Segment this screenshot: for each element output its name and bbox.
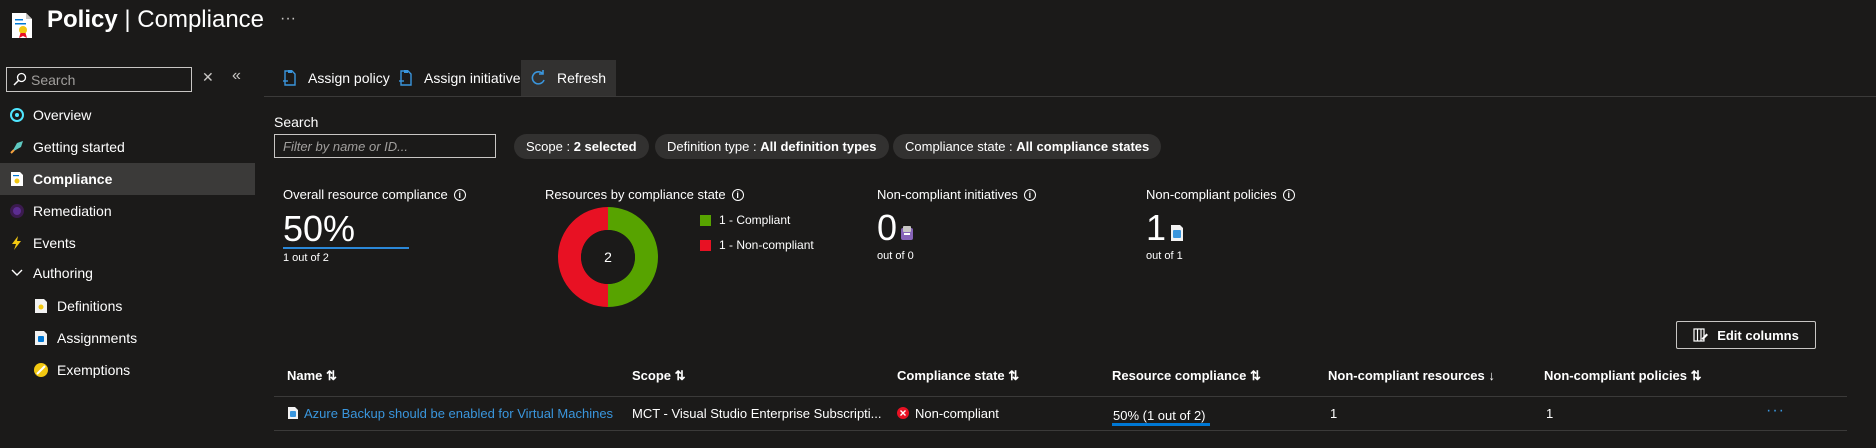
assign-initiative-icon	[399, 70, 412, 86]
lightning-icon	[12, 236, 21, 250]
assign-policy-icon	[283, 70, 296, 86]
chevron-down-icon	[11, 269, 23, 276]
sidebar-item-overview[interactable]: Overview	[0, 99, 255, 131]
clear-search-icon[interactable]: ✕	[202, 69, 214, 86]
column-header-scope[interactable]: Scope ⇅	[632, 368, 686, 384]
legend-compliant: 1 - Compliant	[700, 213, 790, 227]
search-icon	[13, 72, 27, 86]
overall-compliance-sub: 1 out of 2	[283, 252, 329, 264]
noncompliant-initiatives-title: Non-compliant initiatives i	[877, 187, 1036, 202]
info-icon[interactable]: i	[1282, 188, 1295, 201]
overall-compliance-value: 50%	[283, 208, 356, 249]
header-divider	[274, 396, 1847, 397]
compliance-state-filter-pill[interactable]: Compliance state : All compliance states	[893, 134, 1162, 159]
sidebar-item-compliance[interactable]: Compliance	[0, 163, 255, 195]
definitions-icon	[35, 299, 47, 313]
refresh-icon	[531, 70, 545, 85]
column-header-resource-compliance[interactable]: Resource compliance ⇅	[1112, 368, 1261, 384]
initiative-icon	[901, 226, 913, 240]
exemptions-icon	[34, 363, 48, 377]
row-scope: MCT - Visual Studio Enterprise Subscript…	[632, 406, 882, 421]
row-noncompliant-resources: 1	[1330, 406, 1338, 421]
sidebar-search-input[interactable]	[6, 67, 192, 92]
assign-policy-button[interactable]: Assign policy	[282, 60, 390, 96]
filter-field[interactable]	[275, 135, 495, 157]
sidebar-search-field[interactable]	[7, 68, 191, 91]
noncompliant-initiatives-sub: out of 0	[877, 250, 914, 262]
sidebar-item-getting-started[interactable]: Getting started	[0, 131, 255, 163]
row-resource-compliance[interactable]: 50% (1 out of 2)	[1113, 408, 1206, 423]
noncompliant-policies-value[interactable]: 1	[1146, 207, 1166, 249]
noncompliant-policies-title: Non-compliant policies i	[1146, 187, 1295, 202]
policy-doc-icon	[12, 13, 32, 38]
definition-type-filter-pill[interactable]: Definition type : All definition types	[655, 134, 889, 159]
overall-compliance-underline	[283, 247, 409, 249]
column-header-noncompliant-resources[interactable]: Non-compliant resources ↓	[1328, 368, 1495, 383]
toolbar-divider	[264, 96, 1876, 97]
search-label: Search	[274, 114, 319, 130]
resource-compliance-bar	[1112, 423, 1210, 426]
noncompliant-policies-sub: out of 1	[1146, 250, 1183, 262]
overall-compliance-title: Overall resource compliance i	[283, 187, 466, 202]
legend-noncompliant: 1 - Non-compliant	[700, 238, 814, 252]
info-icon[interactable]: i	[1023, 188, 1036, 201]
assignments-icon	[35, 331, 47, 345]
info-icon[interactable]: i	[453, 188, 466, 201]
resources-by-state-title: Resources by compliance state i	[545, 187, 744, 202]
row-name-link[interactable]: Azure Backup should be enabled for Virtu…	[304, 406, 613, 421]
error-icon	[897, 407, 909, 419]
refresh-button[interactable]: Refresh	[521, 60, 617, 96]
legend-swatch-compliant	[700, 214, 711, 226]
column-header-name[interactable]: Name ⇅	[287, 368, 337, 384]
row-compliance-state: Non-compliant	[915, 406, 999, 421]
rocket-icon	[10, 141, 23, 154]
overview-icon	[10, 108, 24, 122]
sidebar-item-remediation[interactable]: Remediation	[0, 195, 255, 227]
row-noncompliant-policies: 1	[1546, 406, 1554, 421]
compliance-icon	[11, 172, 23, 186]
collapse-sidebar-icon[interactable]: «	[232, 67, 241, 85]
policy-definition-icon	[288, 407, 298, 419]
filter-input[interactable]	[274, 134, 496, 158]
page-title: Policy | Compliance	[47, 6, 265, 33]
edit-columns-button[interactable]: Edit columns	[1676, 321, 1816, 349]
policy-icon	[1171, 225, 1183, 241]
info-icon[interactable]: i	[731, 188, 744, 201]
sidebar-item-assignments[interactable]: Assignments	[0, 322, 255, 354]
compliance-donut-chart[interactable]: 2	[556, 205, 660, 309]
edit-columns-icon	[1693, 328, 1709, 342]
column-header-compliance-state[interactable]: Compliance state ⇅	[897, 368, 1019, 384]
noncompliant-initiatives-value[interactable]: 0	[877, 207, 897, 249]
column-header-noncompliant-policies[interactable]: Non-compliant policies ⇅	[1544, 368, 1702, 384]
row-divider	[274, 430, 1847, 431]
scope-filter-pill[interactable]: Scope : 2 selected	[514, 134, 649, 159]
legend-swatch-noncompliant	[700, 239, 711, 251]
sidebar-item-events[interactable]: Events	[0, 227, 255, 259]
remediation-icon	[10, 204, 24, 218]
more-options-icon[interactable]: ···	[280, 10, 296, 28]
row-more-icon[interactable]: ···	[1766, 402, 1785, 420]
sidebar-item-exemptions[interactable]: Exemptions	[0, 354, 255, 386]
sidebar-item-definitions[interactable]: Definitions	[0, 290, 255, 322]
sidebar-item-authoring[interactable]: Authoring	[0, 257, 255, 289]
donut-center-label: 2	[604, 249, 612, 265]
assign-initiative-button[interactable]: Assign initiative	[398, 60, 521, 96]
